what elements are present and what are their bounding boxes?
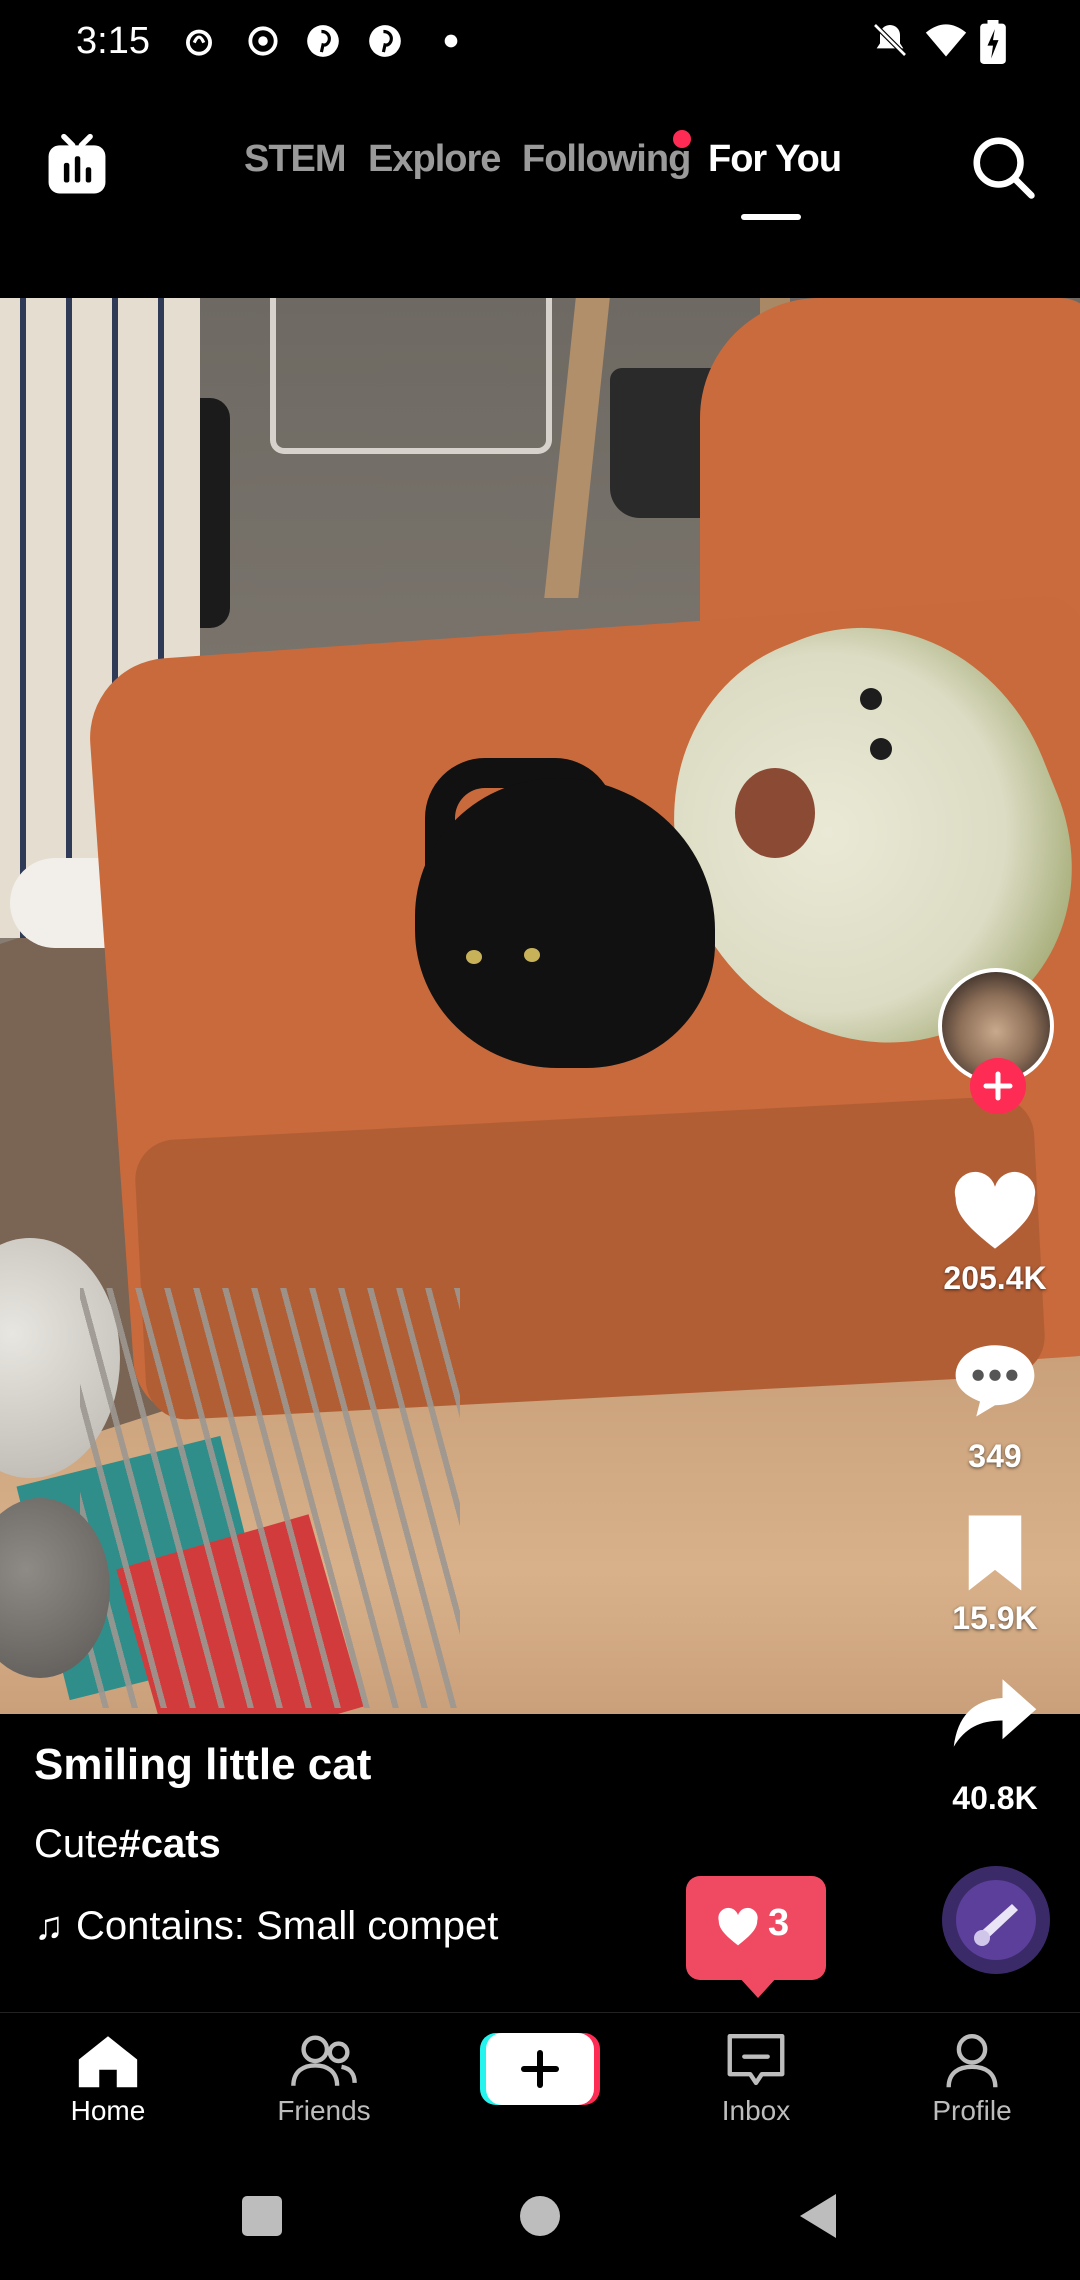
comment-count: 349 [968, 1438, 1022, 1474]
hashtag-link[interactable]: #cats [119, 1822, 221, 1866]
pinterest-icon [369, 25, 401, 57]
recents-square-icon[interactable] [240, 2194, 284, 2238]
comment-icon[interactable] [950, 1334, 1040, 1424]
music-title: Contains: Small compet [76, 1904, 499, 1948]
like-count: 205.4K [943, 1260, 1047, 1296]
active-tab-indicator [741, 214, 801, 220]
battery-charging-icon [980, 20, 1006, 64]
heart-icon [718, 1907, 758, 1946]
top-nav: STEM Explore Following For You [0, 110, 1080, 230]
home-circle-icon[interactable] [518, 2194, 562, 2238]
dot-icon [444, 34, 458, 48]
tab-for-you[interactable]: For You [708, 138, 842, 181]
system-navigation-bar [0, 2160, 1080, 2280]
nav-friends-label: Friends [277, 2095, 371, 2126]
description-text: Cute [34, 1822, 119, 1866]
like-notification-toast[interactable]: 3 [686, 1876, 826, 1980]
inbox-icon [727, 2034, 785, 2086]
pillow-pit [735, 768, 815, 858]
pillow-eye [870, 738, 892, 760]
circle-icon [248, 26, 278, 56]
nav-home-label: Home [70, 2095, 146, 2126]
favorite-count: 15.9K [952, 1600, 1038, 1636]
profile-icon [946, 2034, 998, 2088]
bookmark-icon[interactable] [950, 1508, 1040, 1598]
table-leg [544, 298, 610, 598]
mute-icon [873, 23, 907, 57]
pillow-eye [860, 688, 882, 710]
create-plus-icon[interactable] [480, 2029, 600, 2109]
toast-count: 3 [768, 1902, 790, 1944]
pinterest-icon [307, 25, 339, 57]
nav-inbox[interactable]: Inbox [676, 2031, 836, 2127]
search-icon[interactable] [968, 132, 1038, 202]
nav-inbox-label: Inbox [721, 2095, 791, 2126]
heart-icon[interactable] [950, 1168, 1040, 1258]
home-icon [78, 2036, 138, 2088]
folding-chair [270, 298, 552, 454]
notification-dot [673, 130, 691, 148]
cat-eye [466, 950, 482, 964]
video-description: Cute#cats [34, 1822, 221, 1867]
live-tv-icon[interactable] [42, 130, 112, 200]
tab-explore[interactable]: Explore [368, 138, 501, 181]
back-triangle-icon[interactable] [796, 2192, 840, 2240]
cat-eye [524, 948, 540, 962]
bottom-nav: Home Friends Inbox Profile [0, 2012, 1080, 2161]
toast-tail [738, 1976, 778, 1998]
wifi-icon [925, 24, 967, 57]
tab-stem[interactable]: STEM [244, 138, 347, 181]
status-time: 3:15 [76, 20, 150, 62]
nav-home[interactable]: Home [28, 2031, 188, 2127]
status-bar: 3:15 [0, 0, 1080, 84]
music-row[interactable]: ♫ Contains: Small compet [34, 1904, 544, 1949]
video-player[interactable] [0, 298, 1080, 1714]
tab-following[interactable]: Following [522, 138, 691, 181]
nav-profile[interactable]: Profile [892, 2031, 1052, 2127]
follow-plus-icon[interactable] [970, 1058, 1026, 1114]
share-count: 40.8K [952, 1780, 1038, 1816]
music-note-icon: ♫ [34, 1904, 64, 1948]
nav-profile-label: Profile [932, 2095, 1012, 2126]
friends-icon [291, 2035, 357, 2086]
video-title[interactable]: Smiling little cat [34, 1740, 371, 1790]
wire-rack [80, 1288, 460, 1708]
nav-friends[interactable]: Friends [244, 2031, 404, 2127]
share-icon[interactable] [950, 1668, 1040, 1758]
threads-icon [186, 29, 212, 56]
music-disc-icon[interactable] [942, 1866, 1050, 1974]
